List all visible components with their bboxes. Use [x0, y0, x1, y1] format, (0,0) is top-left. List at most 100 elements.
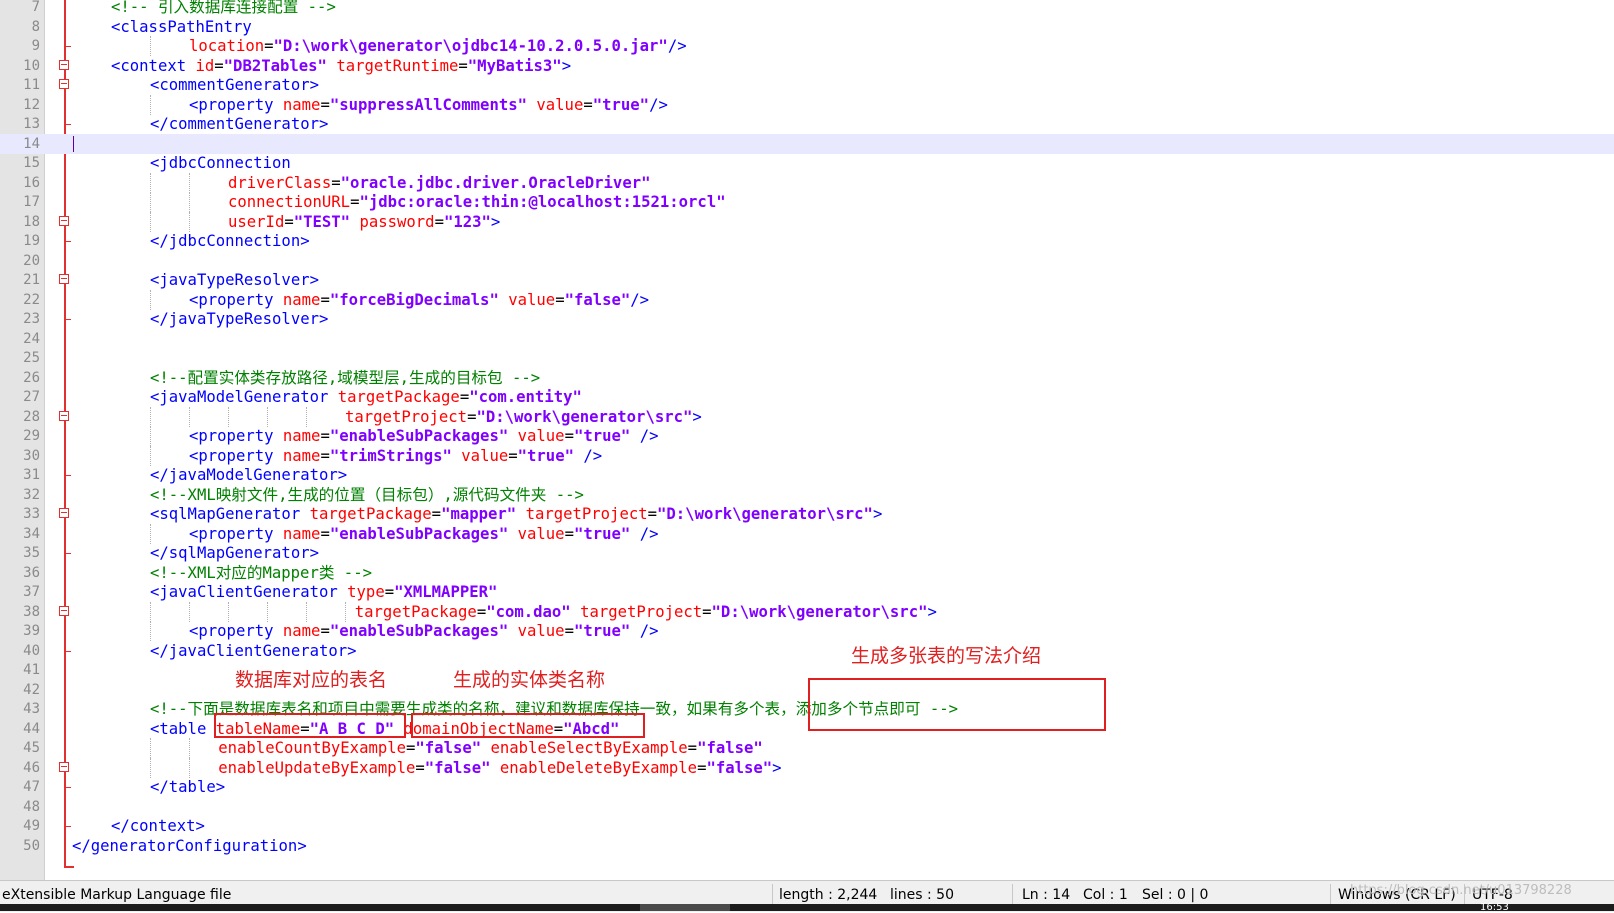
code-text: <property name="suppressAllComments" val… [189, 95, 668, 115]
code-line[interactable]: 10 <context id="DB2Tables" targetRuntime=… [0, 56, 1614, 76]
line-number: 21 [23, 272, 40, 288]
indent-guide [267, 601, 268, 622]
code-line[interactable]: 26 <!--配置实体类存放路径,域模型层,生成的目标包 --> [0, 368, 1614, 388]
code-line[interactable]: 21 <javaTypeResolver> [0, 270, 1614, 290]
xml-tag-token: > [927, 602, 937, 621]
xml-tag-token: </table> [150, 778, 226, 796]
xml-value-token: "forceBigDecimals" [329, 290, 499, 309]
code-line[interactable]: 18 userId="TEST" password="123"> [0, 211, 1614, 232]
code-line[interactable]: 31 </javaModelGenerator> [0, 465, 1614, 485]
code-line[interactable]: 47 </table> [0, 777, 1614, 797]
code-line[interactable]: 15 <jdbcConnection [0, 153, 1614, 173]
code-line[interactable]: 37 <javaClientGenerator type="XMLMAPPER" [0, 582, 1614, 602]
code-line[interactable]: 30 <property name="trimStrings" value="tr… [0, 445, 1614, 466]
code-line[interactable]: 13 </commentGenerator> [0, 114, 1614, 134]
punctuation-token: = [384, 583, 395, 601]
fold-toggle-icon[interactable] [59, 59, 69, 70]
code-line[interactable]: 29 <property name="enableSubPackages" val… [0, 426, 1614, 446]
fold-toggle-icon[interactable] [59, 508, 69, 518]
fold-toggle-icon[interactable] [59, 215, 69, 226]
code-line[interactable]: 16 driverClass="oracle.jdbc.driver.Oracle… [0, 172, 1614, 193]
punctuation-token [327, 57, 336, 75]
code-line[interactable]: 46 enableUpdateByExample="false" enableDe… [0, 757, 1614, 778]
indent-guide [306, 406, 307, 427]
code-text: <!-- 引入数据库连接配置 --> [111, 0, 336, 17]
xml-comment-token: <!--XML对应的Mapper类 --> [150, 563, 372, 582]
line-number: 18 [23, 213, 40, 230]
code-line[interactable]: 11 <commentGenerator> [0, 75, 1614, 95]
code-line[interactable]: 7 <!-- 引入数据库连接配置 --> [0, 0, 1614, 17]
punctuation-token: = [415, 758, 425, 777]
punctuation-token: = [647, 505, 658, 523]
code-line[interactable]: 36 <!--XML对应的Mapper类 --> [0, 563, 1614, 583]
line-number: 32 [23, 486, 40, 503]
indent-guide [150, 757, 151, 778]
line-number: 22 [23, 291, 40, 308]
code-line[interactable]: 27 <javaModelGenerator targetPackage="com… [0, 387, 1614, 407]
code-line[interactable]: 39 <property name="enableSubPackages" val… [0, 621, 1614, 641]
line-number: 7 [31, 0, 40, 15]
indent-guide [150, 94, 151, 115]
code-line[interactable]: 50 </generatorConfiguration> [0, 836, 1614, 856]
indent-guide [150, 211, 151, 232]
code-text: <context id="DB2Tables" targetRuntime="M… [111, 56, 571, 76]
line-number: 16 [23, 174, 40, 191]
code-line[interactable]: 35 </sqlMapGenerator> [0, 543, 1614, 563]
line-number: 35 [23, 545, 40, 561]
indent-guide [345, 601, 346, 622]
xml-value-token: "true" [573, 622, 631, 640]
code-line[interactable]: 22 <property name="forceBigDecimals" valu… [0, 289, 1614, 310]
annotation-entity-name: 生成的实体类名称 [453, 669, 606, 691]
xml-attribute-token: value [536, 95, 584, 114]
line-number: 23 [23, 311, 40, 327]
code-text: <jdbcConnection [150, 153, 291, 173]
code-line[interactable]: 40 </javaClientGenerator> [0, 641, 1614, 661]
indent-guide [150, 738, 151, 758]
code-text: <property name="enableSubPackages" value… [189, 621, 658, 641]
indent-guide [150, 36, 151, 56]
xml-attribute-token: value [517, 427, 565, 445]
punctuation-token: = [476, 602, 487, 621]
code-line[interactable]: 33 <sqlMapGenerator targetPackage="mapper… [0, 504, 1614, 524]
punctuation-token: = [583, 95, 593, 114]
code-line[interactable]: 14 [0, 133, 1614, 154]
line-number: 39 [23, 623, 40, 639]
code-line[interactable]: 49 </context> [0, 816, 1614, 836]
code-line[interactable]: 25 [0, 348, 1614, 368]
punctuation-token: = [431, 505, 442, 523]
code-line[interactable]: 48 [0, 797, 1614, 817]
annotation-multi-table: 生成多张表的写法介绍 [851, 645, 1042, 667]
code-line[interactable]: 45 enableCountByExample="false" enableSel… [0, 738, 1614, 758]
taskbar: 16:53 [0, 903, 1614, 913]
xml-attribute-token: targetPackage [309, 505, 432, 523]
code-text: <javaModelGenerator targetPackage="com.e… [150, 387, 582, 407]
fold-toggle-icon[interactable] [59, 274, 69, 284]
fold-toggle-icon[interactable] [59, 605, 69, 616]
taskbar-app-button[interactable] [640, 904, 730, 911]
code-line[interactable]: 34 <property name="enableSubPackages" val… [0, 523, 1614, 544]
xml-attribute-token: value [517, 524, 565, 543]
code-text: enableUpdateByExample="false" enableDele… [218, 758, 781, 778]
code-line[interactable]: 9 location="D:\work\generator\ojdbc14-10.… [0, 36, 1614, 56]
punctuation-token [527, 96, 536, 114]
xml-value-token: "D:\work\generator\src" [711, 602, 928, 621]
code-line[interactable]: 19 </jdbcConnection> [0, 231, 1614, 251]
code-text: </table> [150, 777, 225, 797]
code-line[interactable]: 17 connectionURL="jdbc:oracle:thin:@local… [0, 192, 1614, 212]
code-line[interactable]: 32 <!--XML映射文件,生成的位置（目标包）,源代码文件夹 --> [0, 485, 1614, 505]
code-editor[interactable]: 7 <!-- 引入数据库连接配置 --> 8 <classPathEntry 9 loca… [0, 0, 1614, 880]
line-number: 17 [23, 194, 40, 210]
code-line[interactable]: 23 </javaTypeResolver> [0, 309, 1614, 329]
fold-toggle-icon[interactable] [59, 410, 69, 421]
fold-toggle-icon[interactable] [59, 761, 69, 772]
xml-tag-token: </context> [111, 817, 205, 835]
code-line[interactable]: 8 <classPathEntry [0, 17, 1614, 37]
code-line[interactable]: 12 <property name="suppressAllComments" v… [0, 94, 1614, 115]
code-line[interactable]: 28 targetProject="D:\work\generator\src"> [0, 406, 1614, 427]
xml-attribute-token: targetPackage [354, 602, 477, 621]
code-line[interactable]: 38 targetPackage="com.dao" targetProject=… [0, 601, 1614, 622]
fold-toggle-icon[interactable] [59, 79, 69, 89]
code-line[interactable]: 20 [0, 251, 1614, 271]
code-line[interactable]: 24 [0, 329, 1614, 349]
punctuation-token: = [687, 739, 698, 757]
